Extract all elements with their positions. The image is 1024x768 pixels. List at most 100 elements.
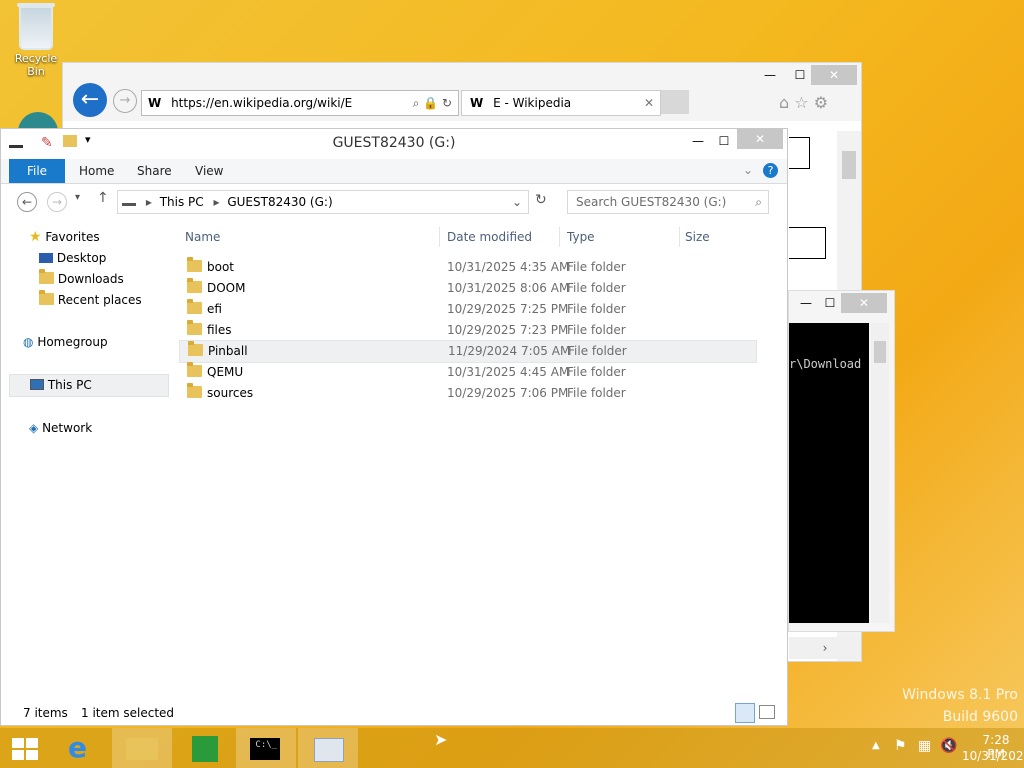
nav-homegroup[interactable]: ◍ Homegroup <box>9 332 169 353</box>
tab-file[interactable]: File <box>9 159 65 183</box>
help-icon[interactable]: ? <box>763 163 778 178</box>
column-divider[interactable] <box>559 227 560 247</box>
breadcrumb-sep-icon[interactable]: ▸ <box>213 195 219 209</box>
search-icon[interactable]: ⌕ <box>755 191 762 213</box>
watermark-edition: Windows 8.1 Pro <box>902 687 1018 703</box>
page-box-2 <box>789 227 826 259</box>
ie-minimize-button[interactable]: — <box>755 65 785 85</box>
watermark-build: Build 9600 <box>942 709 1018 725</box>
taskbar-file-explorer[interactable] <box>112 728 172 768</box>
file-explorer-window[interactable]: ✎ ▾ GUEST82430 (G:) — ☐ ✕ File Home Shar… <box>0 128 788 726</box>
address-bar[interactable]: W https://en.wikipedia.org/wiki/E ⌕ 🔒 ↻ <box>141 90 459 116</box>
cmd-text: r\Download <box>789 357 862 371</box>
back-button[interactable]: ← <box>73 83 107 117</box>
tab-close-icon[interactable]: ✕ <box>644 91 654 115</box>
volume-muted-icon[interactable]: 🔇 <box>940 738 957 754</box>
breadcrumb[interactable]: ▸ This PC ▸ GUEST82430 (G:) ⌄ <box>117 190 529 214</box>
settings-gear-icon[interactable]: ⚙ <box>814 93 828 112</box>
windows-watermark: Windows 8.1 Pro Build 9600 <box>902 684 1018 728</box>
tab-view[interactable]: View <box>195 159 223 183</box>
nav-forward-button[interactable]: → <box>47 192 67 212</box>
command-prompt-window[interactable]: — ☐ ✕ r\Download <box>788 290 895 632</box>
start-button[interactable] <box>0 728 60 768</box>
new-tab-button[interactable] <box>661 90 689 114</box>
explorer-close-button[interactable]: ✕ <box>737 129 783 149</box>
ie-scroll-right[interactable]: › <box>789 637 861 659</box>
breadcrumb-drive[interactable]: GUEST82430 (G:) <box>227 195 332 209</box>
cmd-console[interactable]: r\Download <box>789 323 869 623</box>
ie-scroll-thumb[interactable] <box>842 151 856 179</box>
nav-favorites[interactable]: ★ Favorites <box>9 227 169 248</box>
cmd-scrollbar[interactable] <box>871 323 889 623</box>
details-view-button[interactable] <box>735 703 755 723</box>
table-row[interactable]: sources 10/29/2025 7:06 PM File folder <box>179 383 779 404</box>
column-type[interactable]: Type <box>567 227 595 247</box>
home-icon[interactable]: ⌂ <box>779 93 789 112</box>
folder-icon <box>187 383 202 398</box>
row-type: File folder <box>567 386 626 400</box>
action-center-flag-icon[interactable]: ⚑ <box>894 738 907 754</box>
explorer-title-bar[interactable]: ✎ ▾ GUEST82430 (G:) — ☐ ✕ <box>1 129 787 159</box>
recent-locations-dropdown[interactable]: ▾ <box>75 192 80 203</box>
clock-date[interactable]: 10/31/2025 <box>962 749 1024 763</box>
command-prompt-icon: C:\_ <box>250 738 280 760</box>
status-item-count: 7 items <box>23 706 68 720</box>
nav-downloads[interactable]: Downloads <box>9 269 169 290</box>
table-row[interactable]: efi 10/29/2025 7:25 PM File folder <box>179 299 779 320</box>
nav-downloads-label: Downloads <box>57 272 124 286</box>
tab-share[interactable]: Share <box>137 159 172 183</box>
table-row-selected[interactable]: Pinball 11/29/2024 7:05 AM File folder <box>179 340 757 363</box>
nav-this-pc[interactable]: This PC <box>9 374 169 397</box>
browser-tab[interactable]: W E - Wikipedia ✕ <box>461 90 661 116</box>
up-button[interactable]: ↑ <box>97 190 109 206</box>
address-bar-icons[interactable]: ⌕ 🔒 ↻ <box>413 91 452 115</box>
column-name[interactable]: Name <box>185 227 220 247</box>
nav-back-button[interactable]: ← <box>17 192 37 212</box>
nav-network[interactable]: ◈ Network <box>9 418 169 439</box>
address-dropdown-icon[interactable]: ⌄ <box>512 191 522 213</box>
show-hidden-icons-icon[interactable]: ▲ <box>872 740 880 751</box>
taskbar-performance-monitor[interactable] <box>298 728 358 768</box>
cmd-scroll-thumb[interactable] <box>874 341 886 363</box>
taskbar-store[interactable] <box>174 728 234 768</box>
search-input[interactable]: Search GUEST82430 (G:) ⌕ <box>567 190 769 214</box>
tab-favicon: W <box>470 96 484 110</box>
column-size[interactable]: Size <box>685 227 710 247</box>
desktop-icon <box>39 253 53 263</box>
table-row[interactable]: DOOM 10/31/2025 8:06 AM File folder <box>179 278 779 299</box>
table-row[interactable]: QEMU 10/31/2025 4:45 AM File folder <box>179 362 779 383</box>
internet-explorer-icon: e <box>68 731 87 764</box>
url-text[interactable]: https://en.wikipedia.org/wiki/E <box>171 96 352 110</box>
recycle-bin[interactable]: Recycle Bin <box>6 3 66 78</box>
taskbar-command-prompt[interactable]: C:\_ <box>236 728 296 768</box>
breadcrumb-sep-icon[interactable]: ▸ <box>146 195 152 209</box>
forward-button[interactable]: → <box>113 89 137 113</box>
cmd-close-button[interactable]: ✕ <box>841 293 887 313</box>
refresh-icon[interactable]: ↻ <box>442 96 452 110</box>
row-date: 11/29/2024 7:05 AM <box>448 344 571 358</box>
ie-close-button[interactable]: ✕ <box>811 65 857 85</box>
network-status-icon[interactable]: ▦ <box>918 738 931 754</box>
table-row[interactable]: files 10/29/2025 7:23 PM File folder <box>179 320 779 341</box>
ie-tools[interactable]: ⌂ ☆ ⚙ <box>779 93 828 112</box>
expand-ribbon-icon[interactable]: ⌄ <box>743 163 753 177</box>
nav-recent-places[interactable]: Recent places <box>9 290 169 311</box>
table-row[interactable]: boot 10/31/2025 4:35 AM File folder <box>179 257 779 278</box>
performance-monitor-icon <box>314 738 344 762</box>
taskbar: e C:\_ ➤ ▲ ⚑ ▦ 🔇 7:28 PM 10/31/2025 <box>0 728 1024 768</box>
large-icons-view-button[interactable] <box>759 705 775 719</box>
column-divider[interactable] <box>439 227 440 247</box>
lock-icon[interactable]: 🔒 <box>423 96 438 110</box>
search-icon[interactable]: ⌕ <box>413 96 420 110</box>
row-name: efi <box>207 302 222 316</box>
favorites-star-icon[interactable]: ☆ <box>794 93 808 112</box>
column-date-modified[interactable]: Date modified <box>447 227 532 247</box>
refresh-button[interactable]: ↻ <box>535 192 547 208</box>
nav-desktop[interactable]: Desktop <box>9 248 169 269</box>
tab-home[interactable]: Home <box>79 159 114 183</box>
mouse-cursor-icon: ➤ <box>434 730 448 749</box>
taskbar-internet-explorer[interactable]: e <box>52 728 112 768</box>
explorer-maximize-button[interactable]: ☐ <box>709 131 739 151</box>
column-divider[interactable] <box>679 227 680 247</box>
breadcrumb-this-pc[interactable]: This PC <box>160 195 204 209</box>
